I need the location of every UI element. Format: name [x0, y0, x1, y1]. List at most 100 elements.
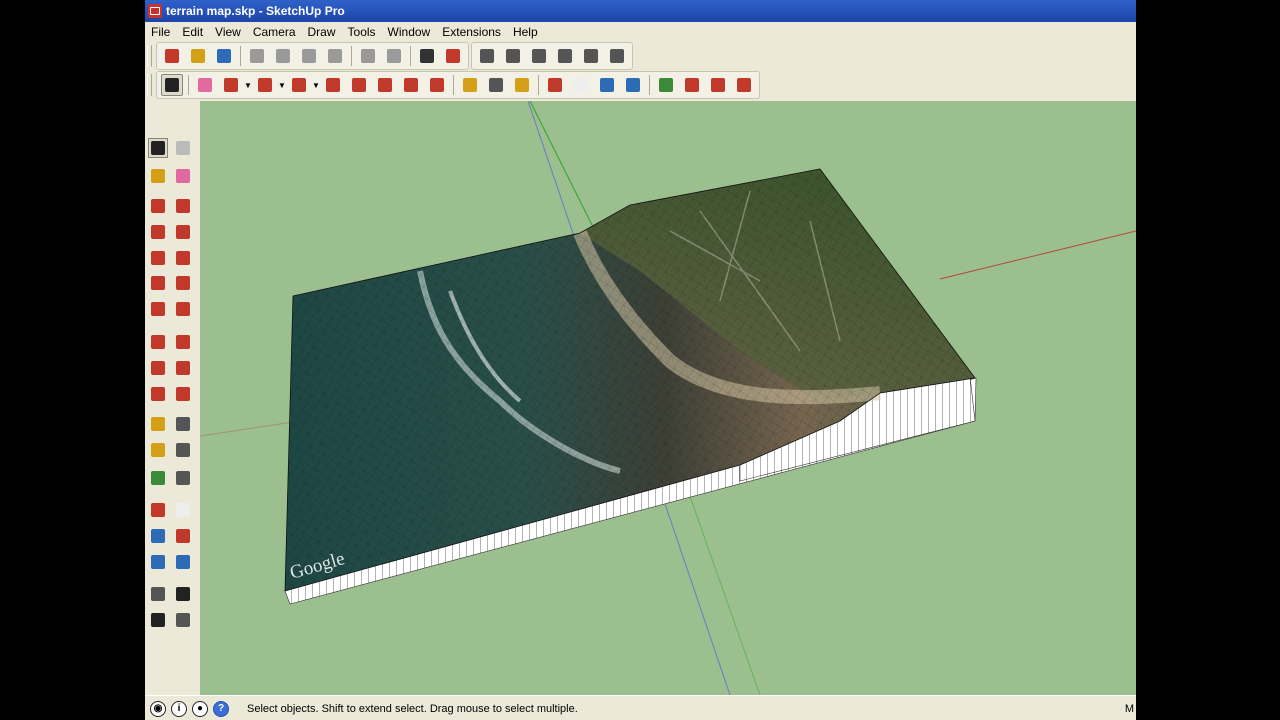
open-button[interactable] [187, 45, 209, 67]
left-view-button[interactable] [606, 45, 628, 67]
pencil-button[interactable] [220, 74, 242, 96]
toolbar-grip[interactable] [147, 45, 152, 67]
save-button[interactable] [213, 45, 235, 67]
credits-icon[interactable]: i [171, 700, 187, 717]
arc-button[interactable] [148, 273, 168, 293]
menu-extensions[interactable]: Extensions [436, 22, 507, 42]
three-point-arc-button[interactable] [148, 299, 168, 319]
erase-button[interactable] [324, 45, 346, 67]
push-pull-button[interactable] [173, 332, 193, 352]
menu-tools[interactable]: Tools [342, 22, 382, 42]
axes-button[interactable] [148, 468, 168, 488]
rotated-rectangle-button[interactable] [173, 222, 193, 242]
zoom-button[interactable] [148, 526, 168, 546]
push-pull-button[interactable] [322, 74, 344, 96]
rectangle-button[interactable] [288, 74, 310, 96]
section-plane-button[interactable] [173, 610, 193, 630]
instructor-help-icon[interactable]: ? [213, 700, 229, 717]
iso-view-button[interactable] [476, 45, 498, 67]
pie-button[interactable] [173, 299, 193, 319]
rotate-icon [151, 361, 165, 375]
two-point-arc-button[interactable] [173, 273, 193, 293]
terrain-scene[interactable]: Google [200, 101, 1136, 695]
eraser-button[interactable] [173, 166, 193, 186]
photo-textures-button[interactable] [707, 74, 729, 96]
menu-window[interactable]: Window [382, 22, 437, 42]
drawing-viewport[interactable]: Google [200, 101, 1136, 695]
zoom-button[interactable] [596, 74, 618, 96]
walk-button[interactable] [148, 610, 168, 630]
protractor-button[interactable] [148, 440, 168, 460]
new-button[interactable] [161, 45, 183, 67]
user-account-icon[interactable]: ● [192, 700, 208, 717]
rotate-icon [404, 78, 418, 92]
scale-button[interactable] [426, 74, 448, 96]
rectangle-button[interactable] [148, 222, 168, 242]
pan-button[interactable] [570, 74, 592, 96]
move-button[interactable] [148, 332, 168, 352]
pan-button[interactable] [173, 500, 193, 520]
model-info-button[interactable] [442, 45, 464, 67]
rotate-button[interactable] [400, 74, 422, 96]
move-button[interactable] [374, 74, 396, 96]
freehand-button[interactable] [173, 196, 193, 216]
make-component-button[interactable] [173, 138, 193, 158]
paint-bucket-button[interactable] [511, 74, 533, 96]
menu-draw[interactable]: Draw [302, 22, 342, 42]
scale-button[interactable] [148, 384, 168, 404]
paint-bucket-button[interactable] [148, 166, 168, 186]
front-view-button[interactable] [528, 45, 550, 67]
top-view-button[interactable] [502, 45, 524, 67]
zoom-extents-button[interactable] [148, 552, 168, 572]
follow-me-button[interactable] [173, 358, 193, 378]
tools-toolbar-row: ▼ ▼ ▼ [145, 71, 762, 99]
green-axis [529, 101, 601, 242]
menu-file[interactable]: File [145, 22, 176, 42]
axes-icon [151, 471, 165, 485]
toggle-terrain-button[interactable] [681, 74, 703, 96]
circle-button[interactable] [148, 248, 168, 268]
tape-measure-button[interactable] [459, 74, 481, 96]
polygon-button[interactable] [173, 248, 193, 268]
select-button[interactable] [161, 74, 183, 96]
copy-button[interactable] [272, 45, 294, 67]
zoom-extents-button[interactable] [622, 74, 644, 96]
add-location-button[interactable] [655, 74, 677, 96]
orbit-button[interactable] [148, 500, 168, 520]
share-model-button[interactable] [733, 74, 755, 96]
orbit-button[interactable] [544, 74, 566, 96]
previous-view-button[interactable] [173, 552, 193, 572]
arc-button[interactable] [254, 74, 276, 96]
look-around-button[interactable] [173, 584, 193, 604]
rotate-button[interactable] [148, 358, 168, 378]
redo-button[interactable] [383, 45, 405, 67]
text-button[interactable] [485, 74, 507, 96]
tool-dropdown-arrow[interactable]: ▼ [244, 74, 252, 96]
undo-button[interactable] [357, 45, 379, 67]
cut-button[interactable] [246, 45, 268, 67]
zoom-window-button[interactable] [173, 526, 193, 546]
menu-edit[interactable]: Edit [176, 22, 209, 42]
offset-button[interactable] [173, 384, 193, 404]
toolbar-grip[interactable] [147, 74, 152, 96]
back-view-button[interactable] [580, 45, 602, 67]
paint-bucket-icon [151, 169, 165, 183]
text-button[interactable] [173, 440, 193, 460]
eraser-button[interactable] [194, 74, 216, 96]
menu-help[interactable]: Help [507, 22, 544, 42]
right-view-button[interactable] [554, 45, 576, 67]
print-button[interactable] [416, 45, 438, 67]
dimension-button[interactable] [173, 414, 193, 434]
paste-button[interactable] [298, 45, 320, 67]
3d-text-button[interactable] [173, 468, 193, 488]
follow-me-button[interactable] [348, 74, 370, 96]
tape-measure-button[interactable] [148, 414, 168, 434]
line-button[interactable] [148, 196, 168, 216]
menu-view[interactable]: View [209, 22, 247, 42]
position-camera-button[interactable] [148, 584, 168, 604]
geo-location-icon[interactable]: ◉ [150, 700, 166, 717]
menu-camera[interactable]: Camera [247, 22, 302, 42]
tool-dropdown-arrow[interactable]: ▼ [312, 74, 320, 96]
tool-dropdown-arrow[interactable]: ▼ [278, 74, 286, 96]
select-button[interactable] [148, 138, 168, 158]
